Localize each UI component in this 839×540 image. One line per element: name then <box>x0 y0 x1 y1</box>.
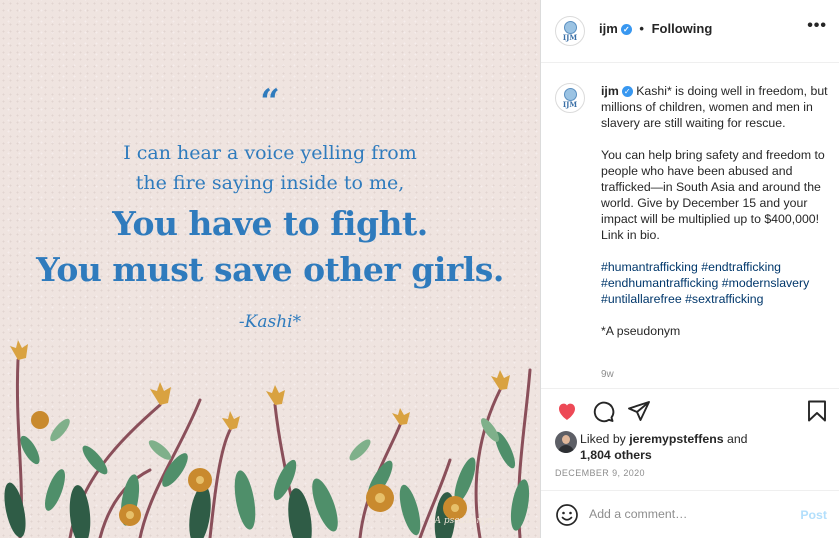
share-icon[interactable] <box>627 399 651 423</box>
likes-text: Liked by jeremypsteffens and 1,804 other… <box>580 431 830 463</box>
verified-badge-icon: ✓ <box>620 24 632 36</box>
caption-body-1: Kashi* is doing well in freedom, but mil… <box>601 84 828 130</box>
quote-line-1: I can hear a voice yelling from <box>123 142 417 164</box>
caption-area: IJM ijm ✓ Kashi* is doing well in freedom… <box>541 63 839 388</box>
likes-and: and <box>726 432 748 446</box>
quote-author: -Kashi* <box>238 312 302 332</box>
separator: • <box>639 21 644 36</box>
likes-count[interactable]: 1,804 others <box>580 448 652 462</box>
post-date[interactable]: DECEMBER 9, 2020 <box>555 468 645 478</box>
comment-icon[interactable] <box>591 399 615 423</box>
liker-username[interactable]: jeremypsteffens <box>629 432 723 446</box>
quote-line-3: You have to fight. <box>112 204 428 243</box>
bookmark-icon[interactable] <box>805 399 829 423</box>
hashtag-link[interactable]: #humantrafficking <box>601 260 698 274</box>
caption-text: ijm ✓ Kashi* is doing well in freedom, bu… <box>601 83 833 355</box>
quote-line-2: the fire saying inside to me, <box>135 172 405 194</box>
comment-input[interactable] <box>589 507 779 521</box>
flower-illustration <box>4 340 532 538</box>
post-button[interactable]: Post <box>800 508 827 522</box>
likes-prefix: Liked by <box>580 432 626 446</box>
liker-avatar[interactable] <box>555 431 577 453</box>
verified-badge-icon: ✓ <box>621 86 633 98</box>
hashtag-link[interactable]: #sextrafficking <box>685 292 763 306</box>
more-options-icon[interactable]: ••• <box>807 17 827 35</box>
caption-avatar[interactable]: IJM <box>555 83 585 113</box>
caption-username[interactable]: ijm <box>601 84 619 98</box>
instagram-post: “ I can hear a voice yelling from the fi… <box>0 0 839 538</box>
hashtag-link[interactable]: #endhumantrafficking <box>601 276 718 290</box>
heart-icon[interactable] <box>555 399 579 423</box>
post-image[interactable]: “ I can hear a voice yelling from the fi… <box>0 0 540 538</box>
avatar[interactable]: IJM <box>555 16 585 46</box>
post-side-panel: IJM ijm ✓ • Following ••• IJM ijm ✓ Kashi*… <box>540 0 839 538</box>
hashtag-link[interactable]: #endtrafficking <box>701 260 781 274</box>
pseudonym-watermark: *A pseudonym <box>430 516 496 526</box>
globe-icon <box>563 87 577 101</box>
post-age[interactable]: 9w <box>601 369 614 380</box>
avatar-logo-text: IJM <box>562 99 578 109</box>
avatar-logo-text: IJM <box>562 32 578 42</box>
quote-line-4: You must save other girls. <box>36 250 504 289</box>
globe-icon <box>563 20 577 34</box>
emoji-icon[interactable] <box>555 503 579 527</box>
header-username[interactable]: ijm <box>599 21 618 36</box>
hashtag-link[interactable]: #untilallarefree <box>601 292 682 306</box>
action-section: Liked by jeremypsteffens and 1,804 other… <box>541 388 839 539</box>
caption-paragraph-1: ijm ✓ Kashi* is doing well in freedom, bu… <box>601 83 833 131</box>
header-user-line: ijm ✓ • Following <box>599 21 712 36</box>
hashtag-link[interactable]: #modernslavery <box>722 276 809 290</box>
caption-paragraph-2: You can help bring safety and freedom to… <box>601 148 825 242</box>
caption-footnote: *A pseudonym <box>601 324 681 338</box>
comment-bar: Post <box>541 490 839 540</box>
following-button[interactable]: Following <box>652 21 713 36</box>
post-header: IJM ijm ✓ • Following ••• <box>541 0 839 63</box>
caption-hashtags: #humantrafficking #endtrafficking #endhu… <box>601 259 833 307</box>
quote-mark: “ <box>260 82 280 122</box>
